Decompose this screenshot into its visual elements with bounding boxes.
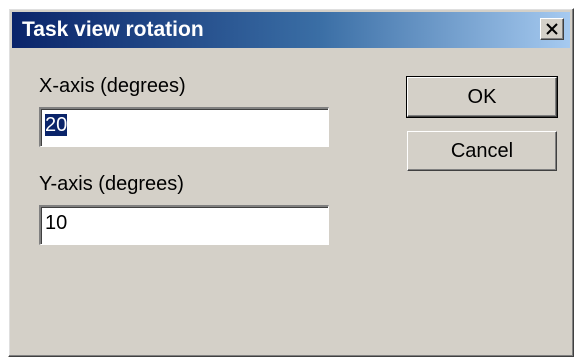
task-view-rotation-dialog: Task view rotation X-axis (degrees) 20 Y… xyxy=(8,8,574,357)
x-axis-label: X-axis (degrees) xyxy=(39,75,186,97)
dialog-title: Task view rotation xyxy=(22,18,204,41)
close-button[interactable] xyxy=(540,18,564,40)
y-axis-label: Y-axis (degrees) xyxy=(39,173,184,195)
title-bar[interactable]: Task view rotation xyxy=(12,12,570,48)
close-icon xyxy=(546,23,558,35)
y-axis-value: 10 xyxy=(45,212,68,234)
x-axis-value: 20 xyxy=(45,114,68,136)
cancel-button[interactable]: Cancel xyxy=(407,131,557,171)
y-axis-input[interactable]: 10 xyxy=(39,205,329,245)
ok-button[interactable]: OK xyxy=(406,76,558,118)
x-axis-input[interactable]: 20 xyxy=(39,107,329,147)
